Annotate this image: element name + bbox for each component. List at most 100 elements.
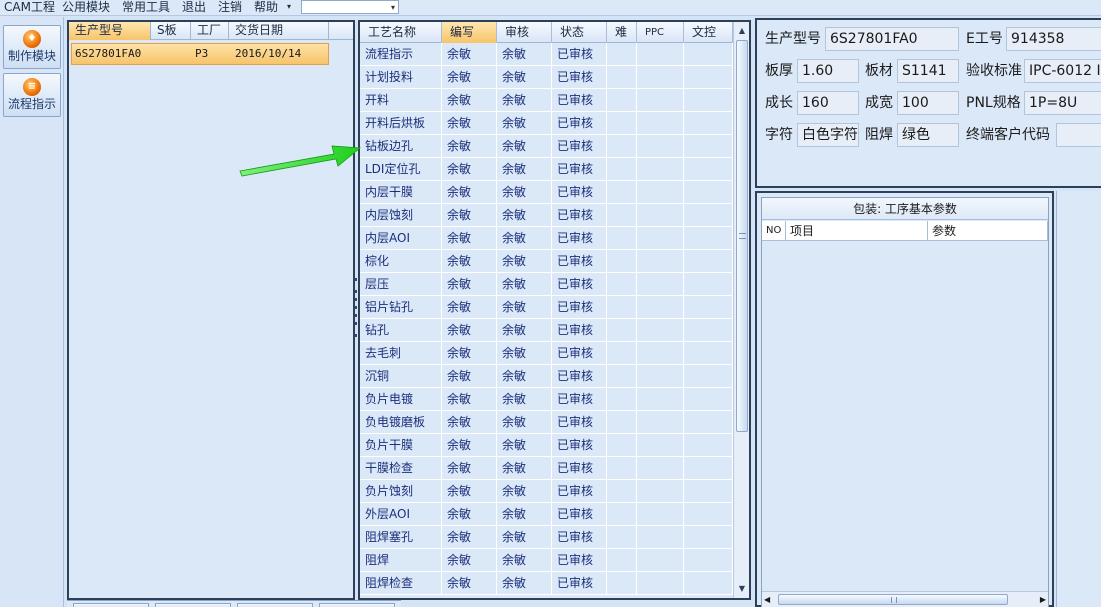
solder-mask-field[interactable]: 绿色: [897, 123, 959, 147]
process-row[interactable]: 开料 余敏 余敏 已审核: [360, 89, 733, 112]
process-writer-cell: 余敏: [442, 434, 497, 457]
process-col-doc-control[interactable]: 文控: [684, 22, 733, 43]
menu-help[interactable]: 帮助: [254, 0, 278, 15]
process-row[interactable]: 钻孔 余敏 余敏 已审核: [360, 319, 733, 342]
scroll-right-icon[interactable]: ▶: [1040, 593, 1046, 607]
process-writer-cell: 余敏: [442, 365, 497, 388]
process-col-name[interactable]: 工艺名称: [360, 22, 442, 43]
bottom-tab[interactable]: [319, 603, 395, 607]
scroll-thumb[interactable]: [778, 594, 1008, 605]
material-field[interactable]: S1141: [897, 59, 959, 83]
process-row[interactable]: 计划投料 余敏 余敏 已审核: [360, 66, 733, 89]
process-row[interactable]: 阻焊 余敏 余敏 已审核: [360, 549, 733, 572]
menu-overflow-arrow-icon[interactable]: ▾: [287, 0, 291, 15]
scroll-down-icon[interactable]: ▼: [735, 582, 749, 596]
menu-logout[interactable]: 注销: [218, 0, 242, 15]
process-row[interactable]: 阻焊塞孔 余敏 余敏 已审核: [360, 526, 733, 549]
params-col-item[interactable]: 项目: [786, 221, 928, 241]
order-row-selected[interactable]: 6S27801FA0 P3 2016/10/14: [71, 43, 329, 65]
process-reviewer-cell: 余敏: [497, 158, 552, 181]
order-col-s-board[interactable]: S板: [151, 22, 191, 40]
thickness-field[interactable]: 1.60: [797, 59, 859, 83]
process-doc-control-cell: [684, 158, 733, 181]
standard-field[interactable]: IPC-6012 I: [1024, 59, 1101, 83]
process-row[interactable]: 内层干膜 余敏 余敏 已审核: [360, 181, 733, 204]
process-name-cell: 开料: [360, 89, 442, 112]
order-col-factory[interactable]: 工厂: [191, 22, 229, 40]
eno-field[interactable]: 914358: [1006, 27, 1101, 51]
process-difficulty-cell: [607, 457, 637, 480]
process-writer-cell: 余敏: [442, 572, 497, 595]
process-row[interactable]: 流程指示 余敏 余敏 已审核: [360, 43, 733, 66]
width-field[interactable]: 100: [897, 91, 959, 115]
process-row[interactable]: 钻板边孔 余敏 余敏 已审核: [360, 135, 733, 158]
character-field[interactable]: 白色字符: [797, 123, 859, 147]
process-row[interactable]: 负片蚀刻 余敏 余敏 已审核: [360, 480, 733, 503]
process-row[interactable]: 外层AOI 余敏 余敏 已审核: [360, 503, 733, 526]
process-name-cell: LDI定位孔: [360, 158, 442, 181]
process-writer-cell: 余敏: [442, 480, 497, 503]
pnl-field[interactable]: 1P=8U: [1024, 91, 1101, 115]
process-row[interactable]: 干膜检查 余敏 余敏 已审核: [360, 457, 733, 480]
process-doc-control-cell: [684, 319, 733, 342]
model-field[interactable]: 6S27801FA0: [825, 27, 959, 51]
splitter-arrow-icon: [354, 334, 357, 337]
process-row[interactable]: 层压 余敏 余敏 已审核: [360, 273, 733, 296]
bottom-tab[interactable]: [73, 603, 149, 607]
length-field[interactable]: 160: [797, 91, 859, 115]
bottom-tab[interactable]: [237, 603, 313, 607]
customer-code-label: 终端客户代码: [966, 127, 1050, 143]
process-row[interactable]: 铝片钻孔 余敏 余敏 已审核: [360, 296, 733, 319]
process-col-ppc[interactable]: PPC: [637, 22, 684, 43]
flow-instruction-button[interactable]: ≡ 流程指示: [3, 73, 61, 117]
scroll-thumb[interactable]: [736, 40, 748, 432]
chevron-down-icon[interactable]: ▾: [391, 1, 395, 14]
menu-common-tools[interactable]: 常用工具: [122, 0, 170, 15]
params-col-no[interactable]: NO: [762, 221, 786, 241]
menu-common-modules[interactable]: 公用模块: [62, 0, 110, 15]
process-col-status[interactable]: 状态: [552, 22, 607, 43]
scroll-up-icon[interactable]: ▲: [735, 24, 749, 38]
process-writer-cell: 余敏: [442, 503, 497, 526]
toolbar-combo[interactable]: ▾: [301, 0, 399, 14]
process-col-difficulty[interactable]: 难: [607, 22, 637, 43]
params-col-value[interactable]: 参数: [928, 221, 1048, 241]
menu-cam-project[interactable]: CAM工程: [4, 0, 55, 15]
process-row[interactable]: 去毛刺 余敏 余敏 已审核: [360, 342, 733, 365]
bottom-tab[interactable]: [155, 603, 231, 607]
params-horizontal-scrollbar[interactable]: ◀ ▶: [762, 591, 1048, 607]
menu-exit[interactable]: 退出: [182, 0, 206, 15]
process-status-cell: 已审核: [552, 549, 607, 572]
process-row[interactable]: 阻焊检查 余敏 余敏 已审核: [360, 572, 733, 595]
process-reviewer-cell: 余敏: [497, 480, 552, 503]
process-doc-control-cell: [684, 342, 733, 365]
process-row[interactable]: LDI定位孔 余敏 余敏 已审核: [360, 158, 733, 181]
order-col-delivery-date[interactable]: 交货日期: [229, 22, 329, 40]
process-row[interactable]: 沉铜 余敏 余敏 已审核: [360, 365, 733, 388]
process-row[interactable]: 内层AOI 余敏 余敏 已审核: [360, 227, 733, 250]
process-row[interactable]: 内层蚀刻 余敏 余敏 已审核: [360, 204, 733, 227]
process-row[interactable]: 负电镀磨板 余敏 余敏 已审核: [360, 411, 733, 434]
process-row[interactable]: 棕化 余敏 余敏 已审核: [360, 250, 733, 273]
make-module-button[interactable]: ♦ 制作模块: [3, 25, 61, 69]
order-col-model[interactable]: 生产型号: [69, 22, 151, 40]
process-status-cell: 已审核: [552, 135, 607, 158]
process-vertical-scrollbar[interactable]: ▲ ▼: [733, 22, 749, 598]
process-reviewer-cell: 余敏: [497, 526, 552, 549]
process-doc-control-cell: [684, 227, 733, 250]
process-writer-cell: 余敏: [442, 250, 497, 273]
process-col-writer[interactable]: 编写: [442, 22, 497, 43]
process-status-cell: 已审核: [552, 388, 607, 411]
process-row[interactable]: 负片干膜 余敏 余敏 已审核: [360, 434, 733, 457]
process-status-cell: 已审核: [552, 319, 607, 342]
process-row[interactable]: 负片电镀 余敏 余敏 已审核: [360, 388, 733, 411]
process-ppc-cell: [637, 181, 684, 204]
process-col-reviewer[interactable]: 审核: [497, 22, 552, 43]
process-row[interactable]: 开料后烘板 余敏 余敏 已审核: [360, 112, 733, 135]
thickness-label: 板厚: [765, 63, 793, 79]
scroll-left-icon[interactable]: ◀: [764, 593, 770, 607]
scroll-grip-icon: [739, 233, 746, 239]
standard-label: 验收标准: [966, 63, 1022, 79]
process-difficulty-cell: [607, 503, 637, 526]
customer-code-field[interactable]: [1056, 123, 1101, 147]
